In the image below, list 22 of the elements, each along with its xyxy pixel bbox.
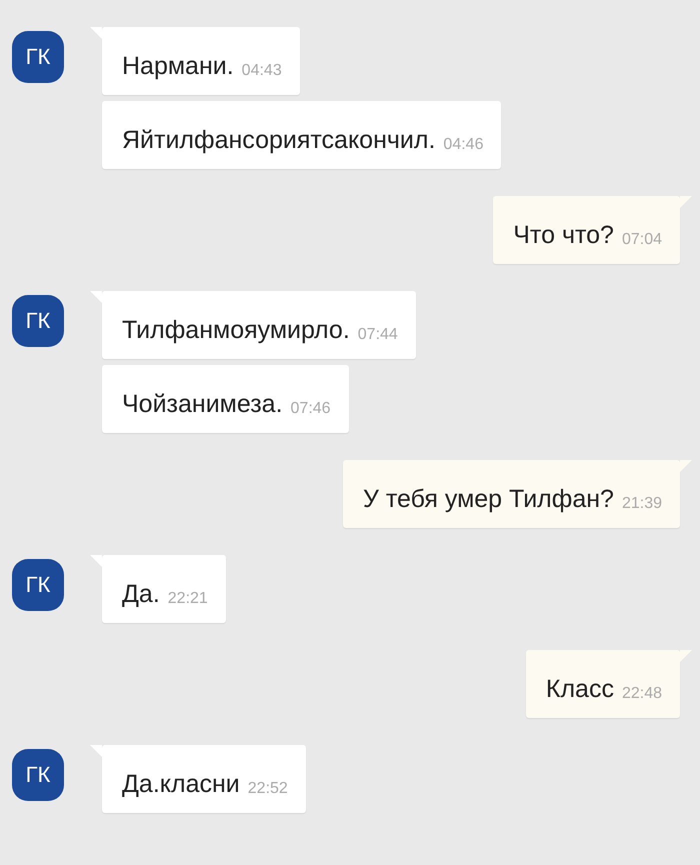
message-text: Яйтилфансориятсакончил. (122, 125, 436, 155)
message-text: У тебя умер Тилфан? (363, 484, 614, 514)
message-text: Да. (122, 579, 160, 609)
message-time: 22:48 (622, 684, 662, 704)
message-time: 21:39 (622, 494, 662, 514)
message-time: 22:21 (168, 589, 208, 609)
message-time: 04:46 (443, 135, 484, 155)
message-time: 07:46 (290, 399, 331, 419)
message-text: Да.класни (122, 769, 240, 799)
contact-avatar[interactable]: ГК (12, 295, 64, 347)
contact-avatar[interactable]: ГК (12, 559, 64, 611)
message-text: Класс (546, 674, 614, 704)
contact-avatar[interactable]: ГК (12, 31, 64, 83)
contact-avatar[interactable]: ГК (12, 749, 64, 801)
message-text: Что что? (513, 220, 614, 250)
message-time: 04:43 (242, 61, 282, 81)
message-time: 07:04 (622, 230, 662, 250)
message-time: 22:52 (248, 779, 288, 799)
message-text: Чойзанимеза. (122, 389, 283, 419)
message-text: Тилфанмояумирло. (122, 315, 350, 345)
message-text: Нармани. (122, 51, 234, 81)
message-time: 07:44 (358, 325, 398, 345)
